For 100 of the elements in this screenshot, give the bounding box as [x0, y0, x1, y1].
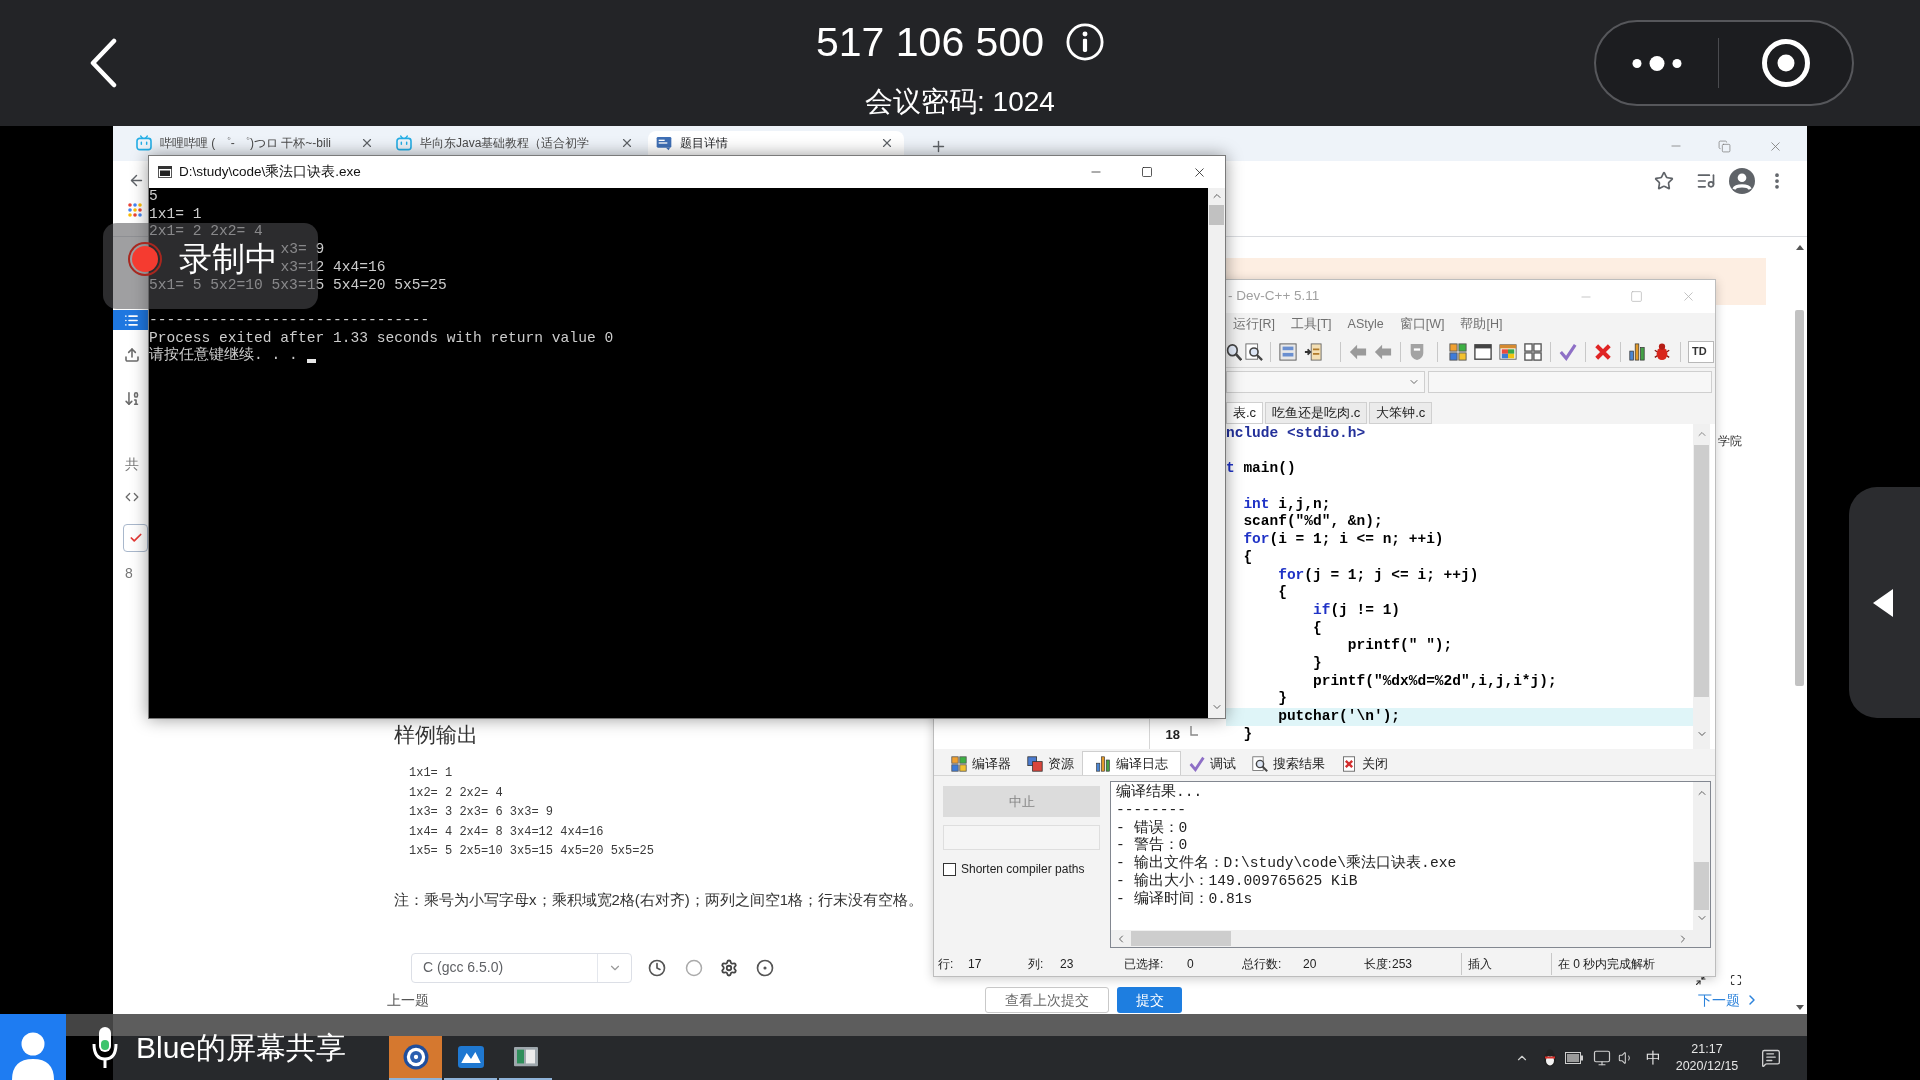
status-value: 17 — [968, 956, 982, 973]
color-grid-icon[interactable] — [951, 756, 967, 772]
maximize-icon[interactable] — [1141, 166, 1153, 178]
code-line: int i,j,n; — [1242, 495, 1331, 514]
panel-icon[interactable] — [1279, 342, 1297, 361]
panel-tab[interactable]: 资源 — [1019, 753, 1082, 775]
recording-label: 录制中 — [179, 241, 278, 276]
scrollbar-thumb[interactable] — [1209, 205, 1224, 225]
scrollbar-thumb[interactable] — [1694, 445, 1709, 697]
check-icon[interactable] — [1189, 756, 1205, 772]
sidebar-label[interactable]: 共 — [125, 456, 139, 472]
sidebar-item[interactable] — [123, 524, 148, 552]
code-line: if(j != 1) — [1312, 601, 1401, 620]
close-document-icon[interactable] — [1341, 756, 1357, 772]
file-tab[interactable]: 表.c — [1226, 402, 1264, 424]
gear-icon[interactable] — [720, 958, 738, 977]
file-tab[interactable]: 吃鱼还是吃肉.c — [1265, 402, 1368, 424]
person-icon — [11, 1030, 55, 1080]
status-value: 20 — [1303, 956, 1317, 973]
sidebar-label[interactable]: 8 — [125, 565, 133, 581]
log-line: - 错误：0 — [1116, 819, 1188, 836]
color-grid-icon[interactable] — [1449, 342, 1467, 361]
scrollbar-thumb[interactable] — [1131, 931, 1231, 946]
taskbar-date[interactable]: 2020/12/15 — [1675, 1058, 1739, 1075]
bar-chart-icon[interactable] — [1095, 755, 1111, 772]
magnifier-icon[interactable] — [1226, 342, 1242, 361]
expand-icon[interactable] — [1730, 973, 1742, 986]
status-label: 插入 — [1468, 956, 1492, 973]
side-panel-handle[interactable] — [1849, 487, 1920, 718]
panel-tab[interactable]: 关闭 — [1333, 753, 1396, 775]
sample-output-line: 1x3= 3 2x3= 6 3x3= 9 — [409, 804, 554, 822]
next-link[interactable]: 下一题 — [1698, 987, 1760, 1013]
cross-icon[interactable] — [1594, 342, 1612, 361]
window-title: - Dev-C++ 5.11 — [1228, 287, 1320, 306]
page-magnifier-icon[interactable] — [1252, 756, 1268, 772]
previous-link[interactable]: 上一题 — [387, 989, 429, 1011]
star-icon[interactable] — [1654, 170, 1674, 191]
bar-chart-icon[interactable] — [1628, 342, 1646, 361]
taskbar-time[interactable]: 21:17 — [1691, 1041, 1723, 1058]
window-icon[interactable] — [1474, 342, 1492, 361]
browser-tab[interactable]: 哔哩哔哩 ( ゜- ゜)つロ 干杯~-bili — [128, 131, 384, 155]
back-icon[interactable] — [89, 38, 117, 88]
close-icon[interactable] — [620, 136, 634, 150]
code-icon[interactable] — [124, 490, 140, 504]
status-value: 0 — [1187, 956, 1194, 973]
grid-icon[interactable] — [1524, 342, 1542, 361]
bug-icon[interactable] — [1653, 342, 1671, 361]
check-icon[interactable] — [1559, 342, 1577, 361]
clock-icon[interactable] — [648, 958, 666, 977]
network-icon[interactable] — [1593, 1049, 1611, 1067]
close-icon[interactable] — [360, 136, 374, 150]
history-button[interactable]: 查看上次提交 — [985, 987, 1109, 1013]
panel-tab[interactable]: 搜索结果 — [1244, 753, 1333, 775]
battery-icon[interactable] — [1565, 1052, 1583, 1064]
menu-item[interactable]: 运行[R] — [1233, 315, 1275, 334]
browser-tab[interactable]: 毕向东Java基础教程（适合初学 — [388, 131, 644, 155]
menu-item[interactable]: 工具[T] — [1291, 315, 1332, 334]
arrow-left-icon[interactable] — [1349, 342, 1367, 361]
menu-item[interactable]: 帮助[H] — [1460, 315, 1503, 334]
tv-icon — [136, 135, 152, 151]
menu-item[interactable]: 窗口[W] — [1399, 315, 1445, 334]
panel-tab[interactable]: 调试 — [1181, 753, 1244, 775]
file-tab[interactable]: 大笨钟.c — [1369, 402, 1433, 424]
input-method-indicator[interactable]: 中 — [1646, 1046, 1661, 1070]
sort-icon[interactable] — [124, 390, 141, 407]
scroll-down-icon[interactable] — [1795, 1005, 1804, 1010]
dropdown-field[interactable] — [1428, 371, 1712, 393]
checkbox[interactable] — [943, 862, 956, 876]
stacked-squares-icon[interactable] — [1027, 756, 1043, 772]
indent-icon[interactable] — [1304, 342, 1322, 361]
panel-tab[interactable]: 编译器 — [943, 753, 1019, 775]
apps-grid-icon[interactable] — [128, 203, 142, 217]
language-select[interactable]: C (gcc 6.5.0) — [411, 952, 632, 983]
penguin-icon[interactable] — [1542, 1049, 1558, 1067]
submit-button[interactable]: 提交 — [1117, 987, 1182, 1013]
close-icon[interactable] — [880, 136, 894, 150]
compiler-select[interactable]: TD — [1688, 340, 1714, 363]
panel-tab[interactable]: 编译日志 — [1082, 751, 1181, 775]
more-icon[interactable] — [1632, 55, 1682, 71]
scroll-up-icon[interactable] — [1795, 245, 1804, 250]
menu-item[interactable]: AStyle — [1347, 315, 1384, 334]
line-number: 18 — [1165, 725, 1180, 744]
back-icon[interactable] — [128, 172, 145, 189]
profile-icon[interactable] — [1729, 167, 1755, 194]
arrow-left-icon[interactable] — [1374, 342, 1392, 361]
notification-icon[interactable] — [1761, 1048, 1781, 1068]
console-line: 5x1= 5 5x2=10 5x3=15 5x4=20 5x5=25 — [149, 276, 447, 295]
sidebar-item[interactable] — [113, 310, 148, 330]
scrollbar-thumb[interactable] — [1694, 862, 1709, 910]
scrollbar-thumb[interactable] — [1795, 310, 1804, 686]
upload-icon[interactable] — [124, 347, 140, 363]
status-label: 列: — [1028, 956, 1044, 973]
record-icon[interactable] — [1761, 39, 1810, 87]
taskbar-app[interactable] — [389, 1036, 442, 1080]
target-icon[interactable] — [756, 958, 774, 977]
browser-tab[interactable]: 题目详情 — [648, 131, 904, 155]
dropdown-field[interactable] — [1226, 371, 1425, 393]
page-magnifier-icon[interactable] — [1245, 342, 1263, 361]
color-window-icon[interactable] — [1499, 342, 1517, 361]
info-icon[interactable] — [1066, 23, 1104, 61]
